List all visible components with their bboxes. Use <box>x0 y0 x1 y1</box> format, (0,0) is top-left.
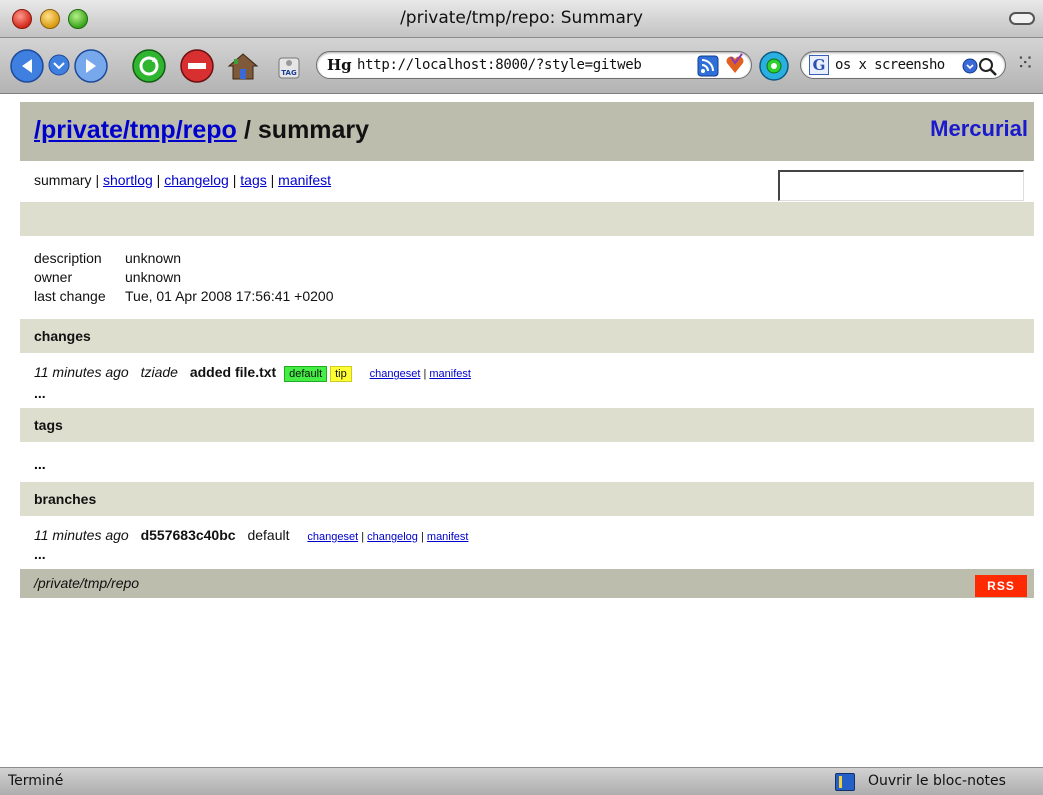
nav-links: summary | shortlog | changelog | tags | … <box>34 172 332 188</box>
rss-button[interactable]: RSS <box>975 575 1027 597</box>
repo-link[interactable]: /private/tmp/repo <box>34 116 237 145</box>
heart-check-icon <box>726 53 744 73</box>
search-input[interactable]: os x screensho <box>835 57 945 73</box>
dashboard-button[interactable] <box>758 50 790 82</box>
address-input[interactable]: http://localhost:8000/?style=gitweb <box>357 57 642 73</box>
revision-search-input[interactable] <box>778 170 1024 201</box>
back-arrow-icon <box>10 49 44 83</box>
tag-badge: tip <box>330 366 352 382</box>
google-search-icon[interactable]: G <box>809 55 829 75</box>
home-button[interactable] <box>226 49 260 83</box>
tag-bookmark-button[interactable]: TAG <box>276 52 302 80</box>
changes-section-title[interactable]: changes <box>20 319 1034 353</box>
back-button[interactable] <box>10 49 44 83</box>
browser-toolbar: TAG Hg http://localhost:8000/?style=gitw… <box>0 38 1043 94</box>
metadata-row: description unknown <box>34 250 182 266</box>
nav-item-summary: summary <box>34 172 92 188</box>
manifest-link[interactable]: manifest <box>429 368 471 380</box>
nav-link-changelog[interactable]: changelog <box>164 172 229 188</box>
nav-link-manifest[interactable]: manifest <box>278 172 331 188</box>
window-title: /private/tmp/repo: Summary <box>400 8 643 28</box>
forward-arrow-icon <box>74 49 108 83</box>
nav-bar: summary | shortlog | changelog | tags | … <box>20 161 1034 203</box>
footer-repo-path: /private/tmp/repo <box>34 575 140 591</box>
branches-section-title[interactable]: branches <box>20 482 1034 516</box>
changeset-link[interactable]: changeset <box>370 368 421 380</box>
nav-link-tags[interactable]: tags <box>240 172 266 188</box>
page-title: / summary <box>244 116 370 144</box>
forward-button[interactable] <box>74 49 108 83</box>
branch-entry: 11 minutes ago d557683c40bc default chan… <box>20 516 1034 569</box>
branch-age: 11 minutes ago <box>34 527 129 543</box>
nav-link-shortlog[interactable]: shortlog <box>103 172 153 188</box>
history-dropdown-button[interactable] <box>48 54 70 76</box>
branch-badge: default <box>284 366 328 382</box>
tags-section-title[interactable]: tags <box>20 408 1034 442</box>
manifest-link[interactable]: manifest <box>427 531 469 543</box>
title-band <box>20 203 1034 236</box>
web-page-content: /private/tmp/repo / summary Mercurial su… <box>0 95 1043 767</box>
status-bar: Terminé Ouvrir le bloc-notes <box>0 767 1043 795</box>
metadata-row: owner unknown <box>34 269 182 285</box>
bookmark-button[interactable] <box>725 53 745 77</box>
branch-links: changeset | changelog | manifest <box>307 531 469 543</box>
notebook-icon[interactable] <box>835 773 855 791</box>
changeset-description[interactable]: added file.txt <box>190 364 276 380</box>
more-tags-link[interactable]: ... <box>20 442 1034 482</box>
page-header: /private/tmp/repo / summary Mercurial <box>20 102 1034 161</box>
search-bar[interactable]: G os x screensho <box>800 51 1006 79</box>
stop-button[interactable] <box>180 49 214 83</box>
changeset-link[interactable]: changeset <box>307 531 358 543</box>
tag-icon: TAG <box>278 57 300 79</box>
rss-icon <box>697 55 719 77</box>
metadata-row: last change Tue, 01 Apr 2008 17:56:41 +0… <box>34 288 334 304</box>
more-branches-link[interactable]: ... <box>34 543 1020 561</box>
home-icon <box>227 53 259 80</box>
page-footer: /private/tmp/repo RSS <box>20 569 1034 598</box>
reload-icon <box>132 49 166 83</box>
changelog-link[interactable]: changelog <box>367 531 418 543</box>
branch-name: default <box>247 527 290 543</box>
search-icon[interactable] <box>961 56 999 76</box>
stop-icon <box>180 49 214 83</box>
window-titlebar: /private/tmp/repo: Summary <box>0 0 1043 38</box>
changeset-author: tziade <box>140 364 178 380</box>
chevron-down-icon <box>48 54 70 76</box>
reload-button[interactable] <box>132 49 166 83</box>
hgweb-page: /private/tmp/repo / summary Mercurial su… <box>20 102 1034 598</box>
open-notebook-button[interactable]: Ouvrir le bloc-notes <box>868 773 1006 789</box>
toolbar-toggle-button[interactable] <box>1009 12 1035 25</box>
mercurial-logo-link[interactable]: Mercurial <box>930 116 1028 142</box>
status-text: Terminé <box>8 773 64 789</box>
branch-node-hash[interactable]: d557683c40bc <box>141 527 236 543</box>
dashboard-icon <box>759 51 789 81</box>
rss-feed-button[interactable] <box>697 55 723 77</box>
repo-metadata: description unknown owner unknown last c… <box>20 236 1034 319</box>
changeset-entry: 11 minutes ago tziade added file.txt def… <box>20 353 1034 408</box>
site-favicon: Hg <box>327 56 352 74</box>
address-bar[interactable]: Hg http://localhost:8000/?style=gitweb <box>316 51 752 79</box>
more-changes-link[interactable]: ... <box>34 382 1020 400</box>
svg-text:TAG: TAG <box>281 69 297 77</box>
changeset-links: changeset | manifest <box>369 368 471 380</box>
activity-spinner-icon: ⁙ <box>1016 51 1035 76</box>
changeset-age: 11 minutes ago <box>34 364 129 380</box>
